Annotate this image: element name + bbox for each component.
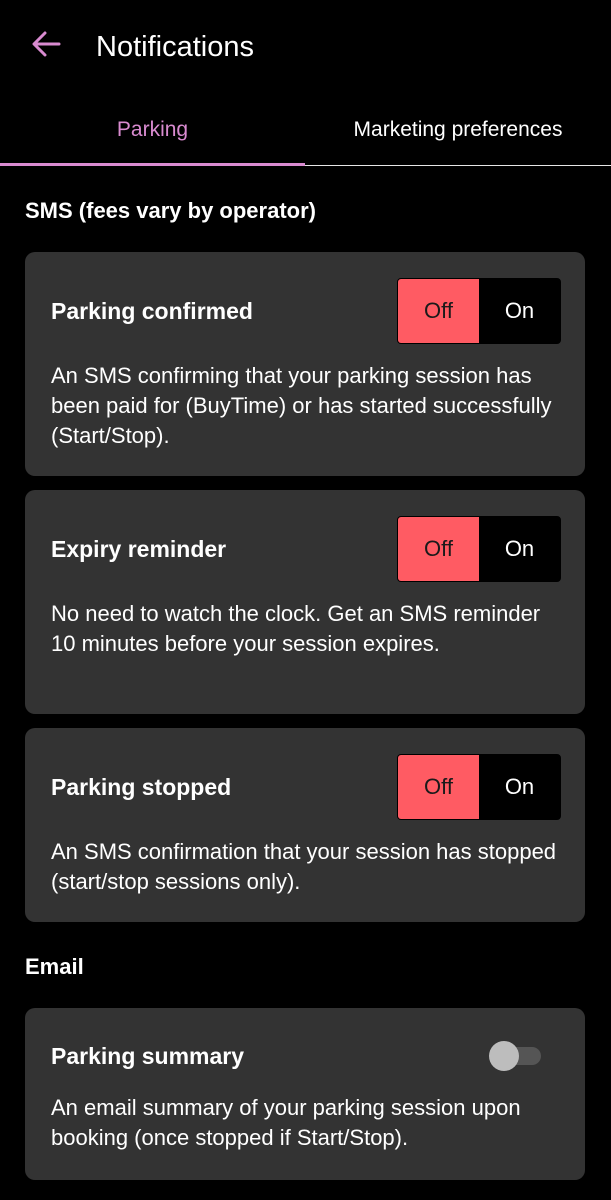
parking-stopped-toggle-group: Off On xyxy=(397,754,561,820)
tab-parking[interactable]: Parking xyxy=(0,94,305,166)
tab-bar: Parking Marketing preferences xyxy=(0,94,611,166)
app-bar: Notifications xyxy=(0,0,611,94)
active-tab-indicator xyxy=(0,163,305,166)
notification-card-expiry-reminder: Expiry reminder Off On No need to watch … xyxy=(25,490,585,714)
parking-confirmed-on-button[interactable]: On xyxy=(479,279,560,343)
tab-marketing-preferences[interactable]: Marketing preferences xyxy=(305,94,611,165)
back-button[interactable] xyxy=(24,22,68,70)
parking-stopped-on-button[interactable]: On xyxy=(479,755,560,819)
parking-stopped-off-button[interactable]: Off xyxy=(398,755,479,819)
expiry-reminder-toggle-group: Off On xyxy=(397,516,561,582)
notification-title: Parking summary xyxy=(51,1043,245,1069)
tab-label: Parking xyxy=(116,117,189,141)
notification-card-parking-confirmed: Parking confirmed Off On An SMS confirmi… xyxy=(25,252,585,476)
parking-summary-switch[interactable] xyxy=(489,1040,543,1071)
notification-description: An SMS confirming that your parking sess… xyxy=(51,363,552,448)
sms-section-heading: SMS (fees vary by operator) xyxy=(25,198,316,223)
notification-description: An email summary of your parking session… xyxy=(51,1095,521,1150)
expiry-reminder-off-button[interactable]: Off xyxy=(398,517,479,581)
notification-title: Expiry reminder xyxy=(51,536,227,562)
expiry-reminder-on-button[interactable]: On xyxy=(479,517,560,581)
notification-card-parking-stopped: Parking stopped Off On An SMS confirmati… xyxy=(25,728,585,922)
notification-description: No need to watch the clock. Get an SMS r… xyxy=(51,601,541,656)
email-section-heading: Email xyxy=(25,954,84,979)
page-title: Notifications xyxy=(96,31,254,63)
parking-confirmed-toggle-group: Off On xyxy=(397,278,561,344)
parking-confirmed-off-button[interactable]: Off xyxy=(398,279,479,343)
tab-label: Marketing preferences xyxy=(353,117,563,141)
notification-description: An SMS confirmation that your session ha… xyxy=(51,839,557,894)
notification-title: Parking confirmed xyxy=(51,298,253,324)
notification-card-parking-summary: Parking summary An email summary of your… xyxy=(25,1008,585,1180)
notification-title: Parking stopped xyxy=(51,774,232,800)
arrow-left-icon xyxy=(31,31,61,62)
switch-thumb xyxy=(489,1041,519,1071)
